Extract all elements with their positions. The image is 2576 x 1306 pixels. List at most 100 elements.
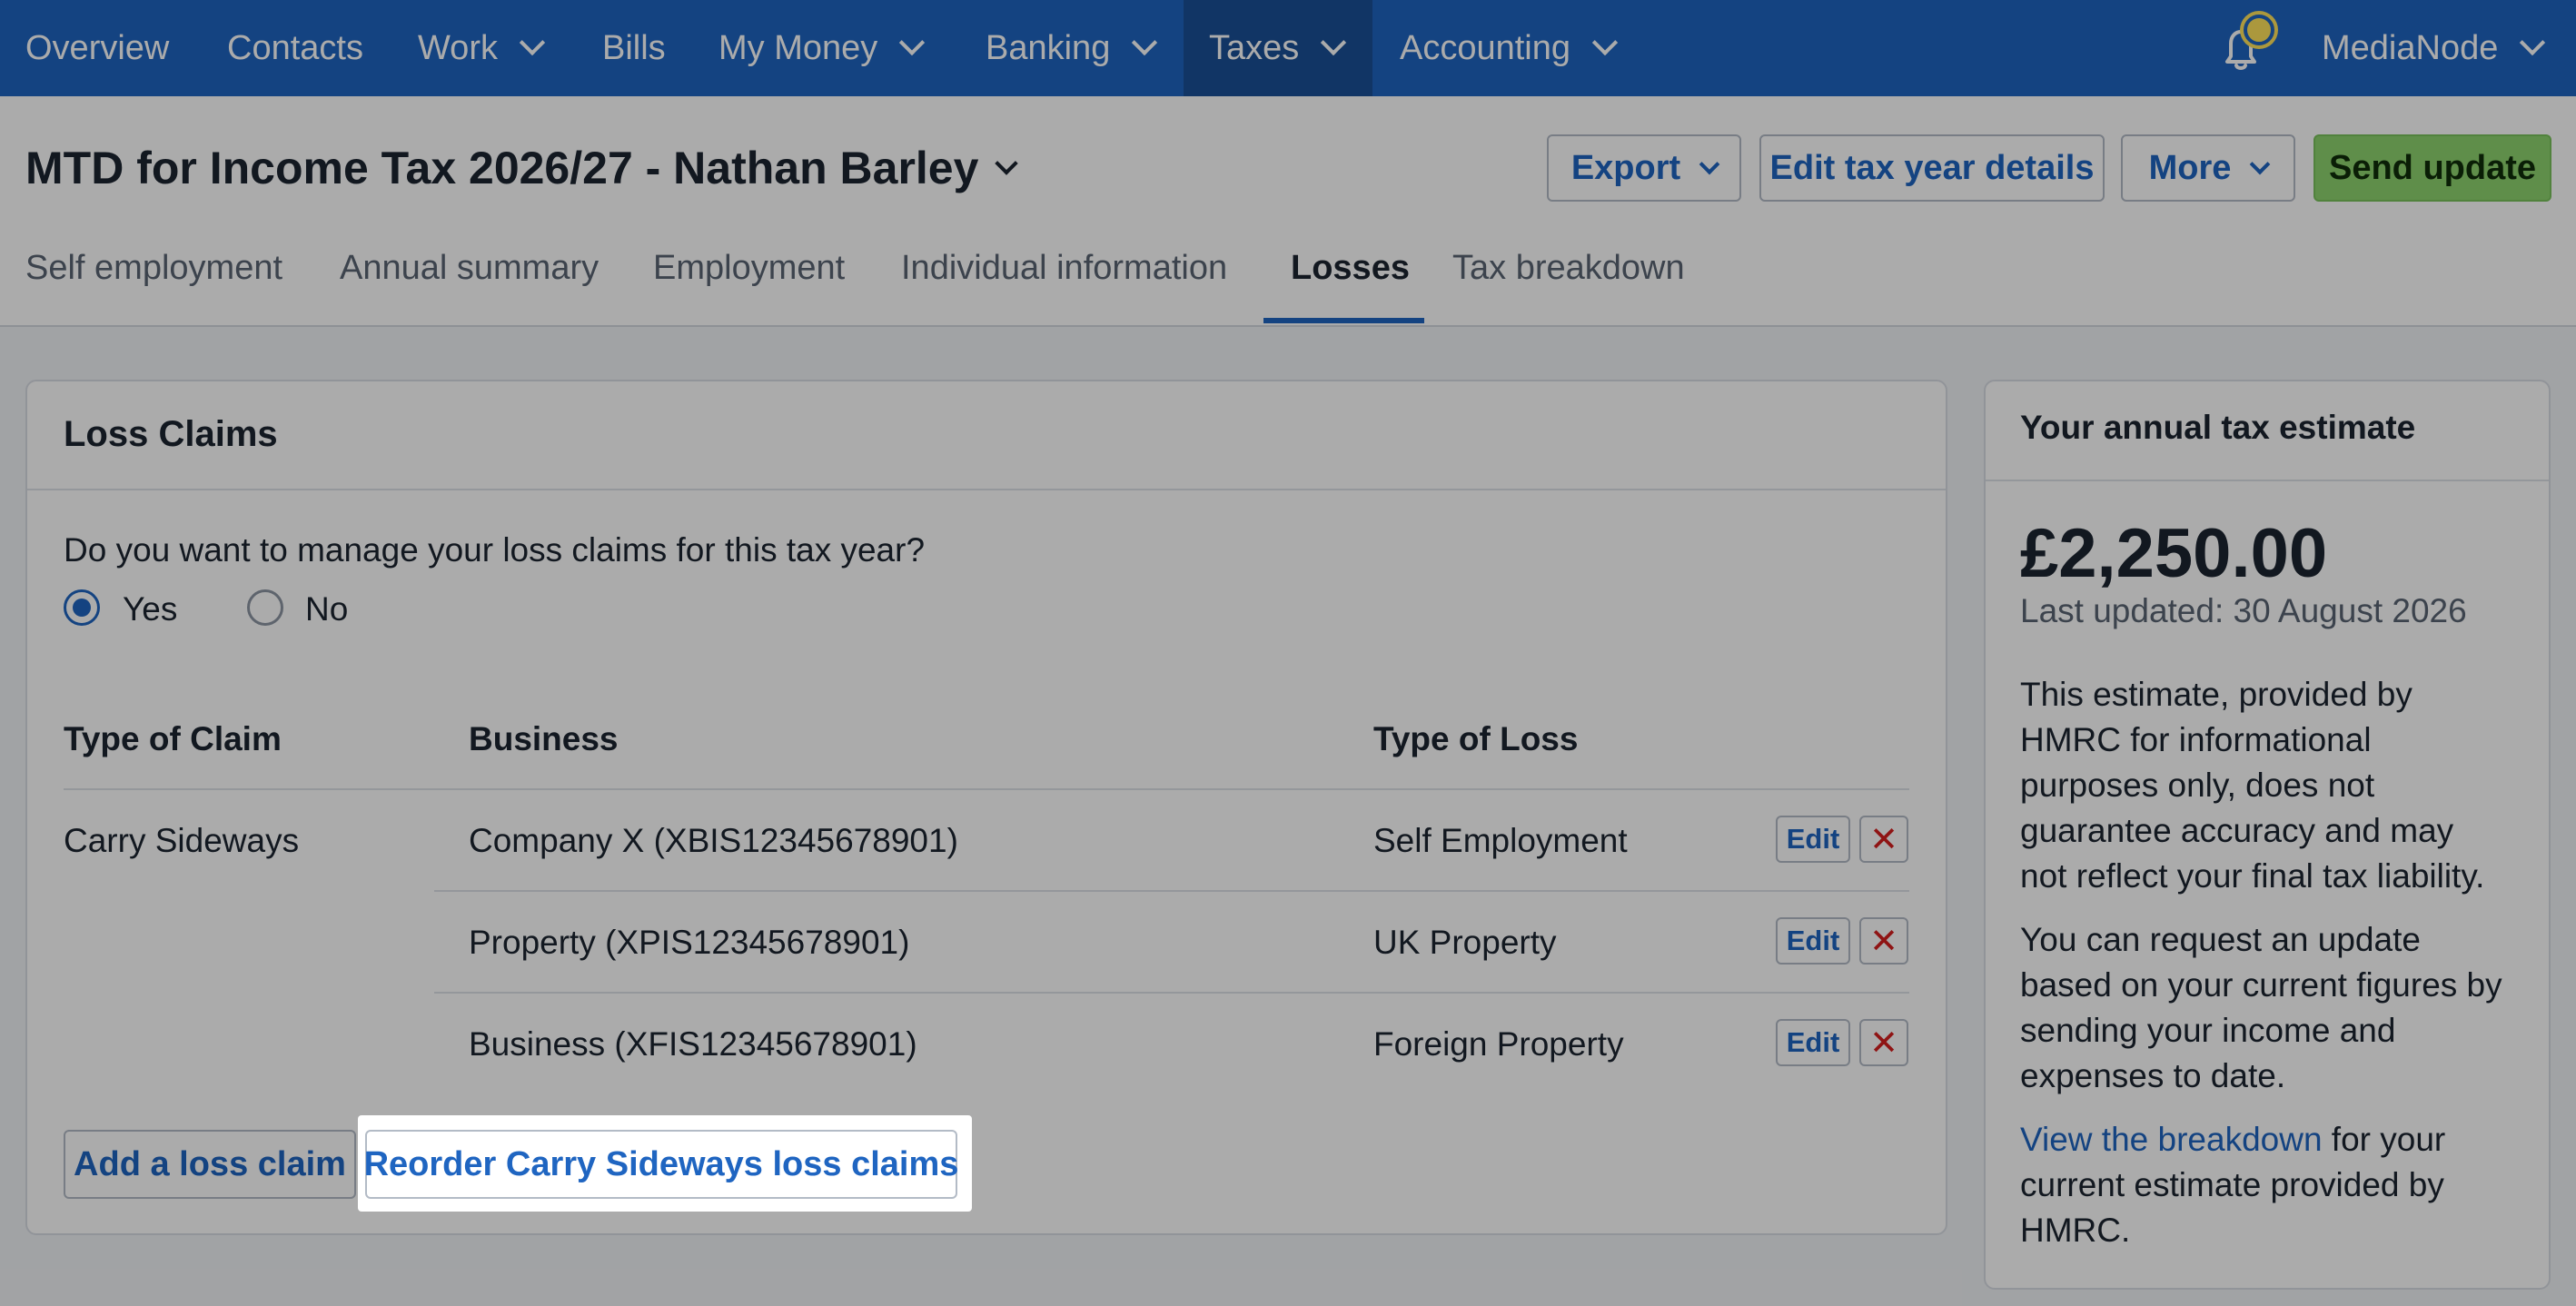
tab-label: Losses — [1291, 249, 1410, 287]
request-update-text: You can request an update based on your … — [2020, 917, 2520, 1099]
page-header — [0, 96, 2576, 327]
request-line: You can request an update — [2020, 921, 2421, 958]
close-icon: ✕ — [1869, 922, 1898, 961]
radio-no[interactable] — [247, 589, 283, 626]
loss-type-cell: UK Property — [1373, 924, 1557, 961]
delete-button[interactable]: ✕ — [1859, 917, 1908, 965]
nav-my-money[interactable]: My Money — [693, 0, 946, 96]
nav-taxes[interactable]: Taxes — [1184, 0, 1372, 96]
nav-label: Overview — [25, 28, 170, 67]
tab-label: Self employment — [25, 249, 283, 287]
close-icon: ✕ — [1869, 1024, 1898, 1063]
column-type-of-claim: Type of Claim — [64, 720, 282, 757]
tab-annual-summary[interactable]: Annual summary — [340, 249, 599, 288]
view-breakdown-rest: for your — [2322, 1121, 2446, 1158]
radio-yes[interactable] — [64, 589, 100, 626]
tab-self-employment[interactable]: Self employment — [25, 249, 282, 288]
export-button[interactable]: Export — [1547, 134, 1741, 202]
disclaimer-line: guarantee accuracy and may — [2020, 812, 2454, 849]
page-title[interactable]: MTD for Income Tax 2026/27 - Nathan Barl… — [25, 142, 1019, 194]
nav-bills[interactable]: Bills — [577, 0, 691, 96]
tab-label: Employment — [653, 249, 846, 287]
estimate-divider — [1986, 480, 2549, 481]
nav-contacts[interactable]: Contacts — [202, 0, 389, 96]
view-breakdown-line: current estimate provided by — [2020, 1166, 2444, 1203]
column-type-of-loss: Type of Loss — [1373, 720, 1579, 757]
loss-type-cell: Foreign Property — [1373, 1025, 1624, 1063]
notifications-button[interactable] — [2209, 15, 2274, 78]
tab-tax-breakdown[interactable]: Tax breakdown — [1452, 249, 1685, 288]
edit-label: Edit — [1786, 823, 1840, 855]
request-line: based on your current figures by — [2020, 966, 2502, 1004]
edit-label: Edit — [1786, 925, 1840, 956]
edit-button[interactable]: Edit — [1776, 816, 1850, 863]
tab-losses[interactable]: Losses — [1291, 249, 1410, 288]
manage-claims-question: Do you want to manage your loss claims f… — [64, 531, 926, 569]
request-line: expenses to date. — [2020, 1057, 2286, 1094]
table-header-divider — [64, 788, 1909, 790]
edit-tax-year-button[interactable]: Edit tax year details — [1759, 134, 2105, 202]
edit-tax-year-label: Edit tax year details — [1769, 148, 2095, 187]
chevron-down-icon — [995, 152, 1019, 175]
tab-employment[interactable]: Employment — [653, 249, 845, 288]
nav-accounting[interactable]: Accounting — [1374, 0, 1640, 96]
chevron-down-icon — [1321, 29, 1347, 56]
estimate-disclaimer: This estimate, provided by HMRC for info… — [2020, 672, 2520, 899]
nav-label: Contacts — [227, 28, 363, 67]
view-breakdown-text: View the breakdown for your current esti… — [2020, 1117, 2520, 1253]
export-label: Export — [1570, 148, 1681, 187]
reorder-loss-claims-button[interactable]: Reorder Carry Sideways loss claims — [363, 1130, 959, 1199]
more-label: More — [2148, 148, 2232, 187]
nav-label: Taxes — [1209, 28, 1300, 67]
tab-individual-information[interactable]: Individual information — [901, 249, 1227, 288]
delete-button[interactable]: ✕ — [1859, 1019, 1908, 1066]
business-cell: Company X (XBIS12345678901) — [469, 822, 958, 859]
tax-estimate-amount: £2,250.00 — [2020, 515, 2328, 592]
chevron-down-icon — [1132, 29, 1158, 56]
account-menu[interactable]: MediaNode — [2296, 0, 2567, 96]
delete-button[interactable]: ✕ — [1859, 816, 1908, 863]
loss-type-cell: Self Employment — [1373, 822, 1628, 859]
nav-work[interactable]: Work — [392, 0, 567, 96]
card-divider — [27, 489, 1946, 490]
disclaimer-line: purposes only, does not — [2020, 767, 2375, 804]
close-icon: ✕ — [1869, 820, 1898, 859]
claim-type-cell: Carry Sideways — [64, 822, 300, 859]
request-line: sending your income and — [2020, 1012, 2396, 1049]
nav-overview[interactable]: Overview — [0, 0, 194, 96]
add-loss-claim-button[interactable]: Add a loss claim — [64, 1130, 356, 1199]
chevron-down-icon — [519, 29, 546, 56]
disclaimer-line: HMRC for informational — [2020, 721, 2372, 758]
tab-label: Individual information — [901, 249, 1228, 287]
loss-claims-title: Loss Claims — [64, 414, 278, 454]
business-cell: Business (XFIS12345678901) — [469, 1025, 917, 1063]
nav-banking[interactable]: Banking — [960, 0, 1179, 96]
edit-button[interactable]: Edit — [1776, 1019, 1850, 1066]
page-title-text: MTD for Income Tax 2026/27 - Nathan Barl… — [25, 143, 979, 193]
nav-label: Bills — [602, 28, 666, 67]
more-button[interactable]: More — [2121, 134, 2295, 202]
nav-label: My Money — [718, 28, 878, 67]
disclaimer-line: not reflect your final tax liability. — [2020, 857, 2485, 895]
chevron-down-icon — [2520, 29, 2546, 56]
radio-yes-label: Yes — [123, 590, 178, 628]
view-breakdown-link[interactable]: View the breakdown — [2020, 1121, 2323, 1158]
active-tab-indicator — [1263, 318, 1424, 323]
nav-label: Banking — [986, 28, 1111, 67]
radio-no-label: No — [305, 590, 349, 628]
nav-label: Work — [418, 28, 498, 67]
edit-label: Edit — [1786, 1026, 1840, 1058]
disclaimer-line: This estimate, provided by — [2020, 676, 2413, 713]
edit-button[interactable]: Edit — [1776, 917, 1850, 965]
chevron-down-icon — [1591, 29, 1619, 56]
loss-claims-card — [25, 380, 1947, 1235]
chevron-down-icon — [2250, 153, 2271, 175]
business-cell: Property (XPIS12345678901) — [469, 924, 910, 961]
notification-badge — [2244, 15, 2274, 45]
last-updated: Last updated: 30 August 2026 — [2020, 592, 2467, 629]
row-divider — [434, 992, 1909, 994]
send-update-label: Send update — [2328, 148, 2537, 187]
send-update-button[interactable]: Send update — [2313, 134, 2551, 202]
reorder-loss-claims-label: Reorder Carry Sideways loss claims — [363, 1144, 959, 1183]
view-breakdown-line: HMRC. — [2020, 1212, 2131, 1249]
